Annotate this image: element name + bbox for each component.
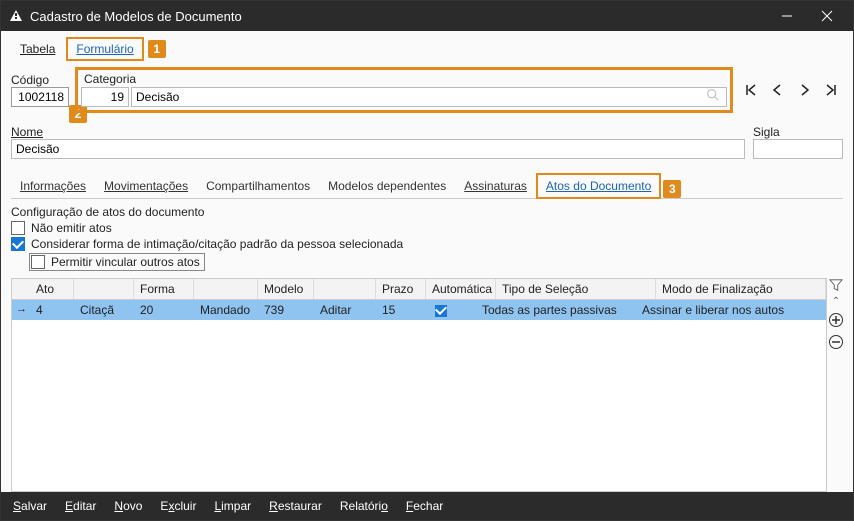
excluir-button[interactable]: Excluir (160, 499, 196, 513)
tab-atos-documento[interactable]: Atos do Documento (536, 173, 661, 199)
col-forma-nm[interactable] (194, 279, 258, 299)
grid-side-tools: ⌃ (827, 278, 845, 492)
tab-assinaturas[interactable]: Assinaturas (455, 174, 536, 198)
cell-forma-nome: Mandado (194, 301, 258, 319)
scroll-up-icon[interactable]: ⌃ (832, 296, 840, 307)
tab-formulario[interactable]: Formulário (66, 37, 143, 61)
atos-grid: Ato Forma Modelo Prazo Automática Tipo d… (11, 278, 827, 492)
tab-modelos-dependentes[interactable]: Modelos dependentes (319, 174, 455, 198)
limpar-button[interactable]: Limpar (214, 499, 251, 513)
col-tipo[interactable]: Tipo de Seleção (496, 279, 656, 299)
categoria-id-input[interactable] (81, 87, 129, 107)
detail-tabs: Informações Movimentações Compartilhamen… (11, 173, 843, 199)
nav-next-button[interactable] (795, 81, 813, 99)
label-nao-emitir: Não emitir atos (31, 221, 112, 235)
nav-last-button[interactable] (821, 81, 839, 99)
restaurar-button[interactable]: Restaurar (269, 499, 322, 513)
tab-compartilhamentos[interactable]: Compartilhamentos (197, 174, 319, 198)
categoria-box: Categoria (75, 67, 733, 113)
col-modelo-nm[interactable] (314, 279, 376, 299)
checkbox-considerar[interactable] (11, 237, 25, 251)
sigla-input[interactable] (753, 139, 843, 159)
nome-input[interactable] (11, 139, 745, 159)
config-section: Configuração de atos do documento Não em… (11, 205, 843, 272)
cell-forma: 20 (134, 301, 194, 319)
record-nav (739, 81, 843, 99)
app-icon (9, 9, 23, 23)
cell-modo: Assinar e liberar nos autos (636, 301, 806, 319)
col-ato[interactable]: Ato (30, 279, 74, 299)
categoria-search-input[interactable] (131, 87, 727, 107)
tab-movimentacoes[interactable]: Movimentações (95, 174, 197, 198)
cell-modelo: 739 (258, 301, 314, 319)
codigo-input[interactable] (11, 87, 69, 107)
col-automatica[interactable]: Automática (426, 279, 496, 299)
col-prazo[interactable]: Prazo (376, 279, 426, 299)
config-title: Configuração de atos do documento (11, 205, 843, 219)
titlebar: Cadastro de Modelos de Documento (1, 1, 853, 31)
salvar-button[interactable]: SSalvaralvar (13, 499, 47, 513)
callout-3: 3 (663, 180, 681, 198)
cell-ato: 4 (30, 301, 74, 319)
close-button[interactable] (807, 1, 847, 31)
cell-modelo-nome: Aditar (314, 301, 376, 319)
col-modo[interactable]: Modo de Finalização (656, 279, 826, 299)
app-window: Cadastro de Modelos de Documento Tabela … (0, 0, 854, 521)
view-tabs: Tabela Formulário 1 (11, 37, 843, 65)
window-title: Cadastro de Modelos de Documento (30, 9, 767, 24)
grid-body[interactable]: → 4 Citaçã 20 Mandado 739 Aditar 15 Toda… (12, 300, 826, 491)
grid-header: Ato Forma Modelo Prazo Automática Tipo d… (12, 279, 826, 300)
action-bar: SSalvaralvar Editar Novo Excluir Limpar … (1, 492, 853, 520)
checkbox-automatica[interactable] (435, 305, 447, 317)
nav-prev-button[interactable] (769, 81, 787, 99)
add-row-button[interactable] (827, 311, 845, 329)
col-forma[interactable]: Forma (134, 279, 194, 299)
remove-row-button[interactable] (827, 333, 845, 351)
novo-button[interactable]: Novo (114, 499, 142, 513)
label-permitir: Permitir vincular outros atos (51, 255, 200, 269)
cell-prazo: 15 (376, 301, 406, 319)
checkbox-permitir[interactable] (31, 255, 45, 269)
current-row-arrow-icon: → (16, 303, 27, 315)
tab-informacoes[interactable]: Informações (11, 174, 95, 198)
content-area: Tabela Formulário 1 Código Categoria (1, 31, 853, 492)
search-icon[interactable] (706, 88, 719, 101)
cell-tipo: Todas as partes passivas (476, 301, 636, 319)
col-ato-nm[interactable] (74, 279, 134, 299)
relatorio-button[interactable]: Relatório (340, 499, 388, 513)
checkbox-nao-emitir[interactable] (11, 221, 25, 235)
cell-automatica (406, 301, 476, 319)
minimize-button[interactable] (767, 1, 807, 31)
codigo-label: Código (11, 73, 69, 87)
categoria-label: Categoria (84, 72, 136, 86)
fechar-button[interactable]: Fechar (406, 499, 443, 513)
editar-button[interactable]: Editar (65, 499, 96, 513)
nav-first-button[interactable] (743, 81, 761, 99)
callout-1: 1 (148, 40, 166, 58)
table-row[interactable]: 4 Citaçã 20 Mandado 739 Aditar 15 Todas … (12, 300, 826, 320)
tab-tabela[interactable]: Tabela (11, 38, 64, 60)
filter-icon[interactable] (829, 278, 843, 292)
label-considerar: Considerar forma de intimação/citação pa… (31, 237, 403, 251)
col-modelo[interactable]: Modelo (258, 279, 314, 299)
cell-ato-nome: Citaçã (74, 301, 134, 319)
sigla-label: Sigla (753, 125, 843, 139)
nome-label: Nome (11, 125, 745, 139)
